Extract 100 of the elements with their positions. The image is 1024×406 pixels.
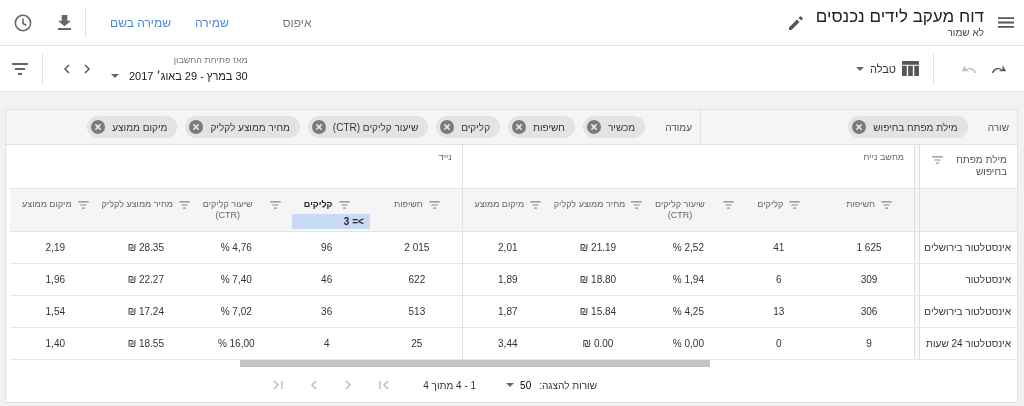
chip-label: מכשיר	[607, 121, 636, 133]
metric-chip[interactable]: קליקים	[436, 116, 501, 139]
table-cell: 96	[281, 231, 372, 264]
table-cell: 2,19	[10, 231, 101, 264]
last-page-icon[interactable]	[379, 380, 390, 391]
table-cell: 13	[733, 295, 825, 328]
table-cell: 46	[281, 263, 372, 296]
table-cell: 1 625	[824, 231, 915, 264]
download-icon[interactable]	[58, 15, 71, 30]
table-cell: 7,02 %	[191, 295, 282, 328]
group-header: נייד	[438, 152, 452, 163]
table-cell: 1,40	[10, 327, 101, 360]
table-cell: 36	[281, 295, 372, 328]
table-cell: 0,00 %	[643, 327, 734, 360]
rows-per-page-label: שורות להצגה:	[539, 379, 597, 391]
table-cell: 17.24 ₪	[100, 295, 191, 328]
table-cell: 21.19 ₪	[552, 231, 644, 264]
filter-icon[interactable]	[12, 62, 28, 75]
close-icon[interactable]	[586, 120, 601, 135]
dimension-chip[interactable]: מילת מפתח בחיפוש	[848, 116, 968, 139]
metric-chip[interactable]: מכשיר	[582, 116, 646, 139]
column-header[interactable]: מיקום ממוצע	[474, 199, 525, 211]
table-cell: 15.84 ₪	[552, 295, 644, 328]
close-icon[interactable]	[189, 120, 204, 135]
save-status: לא שמור	[946, 27, 984, 38]
table-cell: 306	[824, 295, 915, 328]
table-icon	[902, 61, 919, 76]
table-cell: 2,01	[462, 231, 553, 264]
next-page-icon[interactable]	[345, 380, 352, 391]
column-header[interactable]: חשיפות	[846, 199, 875, 211]
keyword-cell: אינסטלטור בירושלים	[919, 295, 1017, 328]
metric-chip[interactable]: מיקום ממוצע	[87, 116, 178, 139]
close-icon[interactable]	[91, 120, 106, 135]
filter-tag[interactable]: >= 3	[291, 214, 370, 230]
table-cell: 309	[824, 263, 915, 296]
chip-label: מחיר ממוצע לקליק	[210, 121, 290, 133]
keyword-cell: אינסטלטור 24 שעות	[919, 327, 1017, 360]
column-header[interactable]: קליקים	[757, 199, 784, 211]
table-cell: 4,76 %	[191, 231, 282, 264]
table-cell: 1,96	[10, 263, 101, 296]
table-cell: 9	[824, 327, 915, 360]
table-cell: 622	[371, 263, 463, 296]
table-cell: 2 015	[371, 231, 463, 264]
date-caption: מאז פתיחת החשבון	[172, 55, 248, 65]
column-header[interactable]: קליקים	[303, 199, 333, 211]
action-button[interactable]: שמירה בשם	[100, 9, 181, 36]
chip-label: שיעור קליקים (CTR)	[332, 121, 419, 133]
action-button[interactable]: שמירה	[184, 9, 239, 36]
keyword-cell: אינסטלטור	[919, 263, 1017, 296]
caret-icon	[111, 74, 119, 78]
table-cell: 3,44	[462, 327, 553, 360]
rows-label: שורה	[987, 121, 1009, 133]
scrollbar[interactable]	[240, 360, 710, 368]
metric-chip[interactable]: חשיפות	[508, 116, 575, 139]
filter-icon[interactable]	[932, 156, 944, 165]
table-cell: 7,40 %	[191, 263, 282, 296]
column-header[interactable]: מיקום ממוצע	[22, 199, 72, 211]
column-header[interactable]: מילת מפתח בחיפוש	[943, 154, 1007, 179]
report-title: דוח מעקב לידים נכנסים	[815, 7, 984, 27]
prev-page-icon[interactable]	[311, 380, 318, 391]
chip-label: חשיפות	[533, 121, 565, 133]
pencil-icon[interactable]	[787, 14, 804, 31]
chip-label: מיקום ממוצע	[112, 121, 168, 133]
table-cell: 0	[733, 327, 825, 360]
redo-icon[interactable]	[990, 63, 1008, 74]
page-range: 1 - 4 מתוך 4	[423, 379, 477, 391]
table-cell: 4	[281, 327, 372, 360]
menu-icon[interactable]	[998, 17, 1014, 28]
close-icon[interactable]	[311, 120, 326, 135]
page-size-dropdown[interactable]: 50	[506, 379, 532, 391]
metric-chip[interactable]: מחיר ממוצע לקליק	[185, 116, 300, 139]
metric-chip[interactable]: שיעור קליקים (CTR)	[307, 116, 429, 139]
table-cell: 1,94 %	[643, 263, 734, 296]
clock-icon[interactable]	[14, 13, 32, 32]
table-cell: 4,25 %	[643, 295, 734, 328]
view-dropdown[interactable]: טבלה	[855, 61, 919, 76]
table-cell: 1,54	[10, 295, 101, 328]
table-cell: 41	[733, 231, 825, 264]
table-cell: 18.55 ₪	[100, 327, 191, 360]
chip-label: קליקים	[461, 121, 491, 133]
caret-icon	[506, 383, 515, 388]
close-icon[interactable]	[440, 120, 455, 135]
caret-icon	[855, 66, 864, 71]
group-header: מחשב נייח	[863, 152, 904, 163]
close-icon[interactable]	[852, 120, 867, 135]
table-cell: 6	[733, 263, 825, 296]
table-cell: 1,87	[462, 295, 553, 328]
first-page-icon[interactable]	[273, 380, 284, 391]
table-cell: 2,52 %	[643, 231, 734, 264]
table-cell: 0.00 ₪	[552, 327, 644, 360]
date-range-dropdown[interactable]: 30 במרץ - 29 באוג׳ 2017	[111, 70, 248, 82]
chip-label: מילת מפתח בחיפוש	[873, 121, 958, 133]
table-cell: 1,89	[462, 263, 553, 296]
columns-label: עמודה	[665, 121, 692, 133]
close-icon[interactable]	[512, 120, 527, 135]
table-cell: 18.80 ₪	[552, 263, 644, 296]
keyword-cell: אינסטלטור בירושלים	[919, 231, 1017, 264]
table-cell: 25	[371, 327, 463, 360]
table-cell: 22.27 ₪	[100, 263, 191, 296]
column-header[interactable]: חשיפות	[394, 199, 423, 211]
